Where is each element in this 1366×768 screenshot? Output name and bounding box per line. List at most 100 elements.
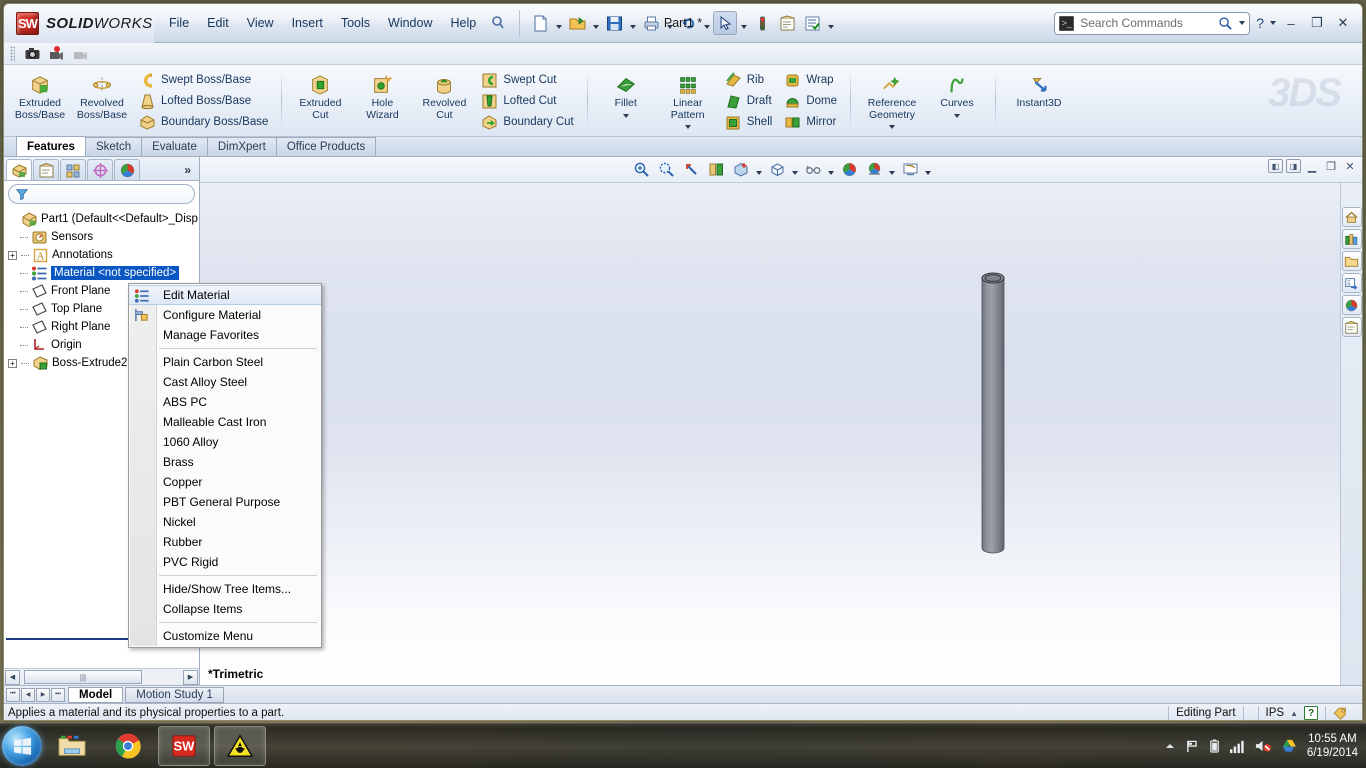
pushpin-icon[interactable] [487,12,509,34]
reference-geometry-caret[interactable] [889,125,895,129]
view-orientation-button[interactable] [729,159,753,181]
context-item-hide-show-tree-items[interactable]: Hide/Show Tree Items... [129,579,321,599]
close-button[interactable]: ✕ [1332,14,1354,32]
context-item-nickel[interactable]: Nickel [129,512,321,532]
scroll-right-arrow[interactable]: ▶ [183,669,198,685]
context-item-cast-alloy-steel[interactable]: Cast Alloy Steel [129,372,321,392]
previous-view-button[interactable] [679,159,703,181]
tree-item-sensors[interactable]: Sensors [8,228,199,246]
tab-motion-study-1[interactable]: Motion Study 1 [125,686,224,703]
help-button[interactable]: ? [1254,15,1266,31]
taskbar-solidworks[interactable]: SW [158,726,210,766]
display-style-caret[interactable] [790,159,800,181]
search-commands-box[interactable]: >_ Search Commands [1054,11,1251,35]
tree-item-part1[interactable]: Part1 (Default<<Default>_Disp [8,210,199,228]
minimize-icon[interactable]: ▁ [1304,159,1320,173]
display-style-button[interactable] [765,159,789,181]
linear-pattern-caret[interactable] [684,125,691,129]
nav-first-button[interactable]: ⏮ [6,687,20,702]
mirror-button[interactable]: Mirror [781,113,840,132]
design-library-button[interactable] [1341,229,1362,249]
boundary-cut-button[interactable]: Boundary Cut [478,113,576,132]
draft-button[interactable]: Draft [722,92,776,111]
dimxpert-manager-tab[interactable] [87,159,113,180]
search-magnifier-icon[interactable] [1218,16,1233,31]
taskbar-chrome[interactable] [102,726,154,766]
select-caret[interactable] [738,11,749,35]
shell-button[interactable]: Shell [722,113,776,132]
hole-wizard-button[interactable]: Hole Wizard [351,68,413,134]
context-item-collapse-items[interactable]: Collapse Items [129,599,321,619]
scroll-left-arrow[interactable]: ◀ [5,669,20,685]
restore-left-icon[interactable]: ◧ [1268,159,1283,173]
custom-properties-button[interactable] [1341,317,1362,337]
nav-prev-button[interactable]: ◀ [21,687,35,702]
save-caret[interactable] [627,11,638,35]
search-input[interactable]: Search Commands [1080,16,1212,30]
revolved-boss-button[interactable]: Revolved Boss/Base [71,68,133,134]
options-caret[interactable] [825,11,836,35]
scroll-track[interactable]: ||| [20,669,183,685]
hide-show-items-caret[interactable] [826,159,836,181]
context-item-plain-carbon-steel[interactable]: Plain Carbon Steel [129,352,321,372]
model-canvas[interactable]: *Trimetric [200,183,1362,685]
taskbar-explorer[interactable] [46,726,98,766]
tab-dimxpert[interactable]: DimXpert [206,137,277,156]
speaker-muted-icon[interactable] [1254,738,1272,754]
open-document-button[interactable] [565,11,589,35]
print-caret[interactable] [664,11,675,35]
search-dropdown-caret[interactable] [1239,21,1246,25]
zoom-to-fit-button[interactable] [629,159,653,181]
property-manager-tab[interactable] [33,159,59,180]
scroll-thumb[interactable]: ||| [24,670,142,684]
linear-pattern-button[interactable]: Linear Pattern [657,68,719,134]
swept-cut-button[interactable]: Swept Cut [478,71,576,90]
reference-geometry-button[interactable]: Reference Geometry [858,68,926,134]
feature-tree-horizontal-scrollbar[interactable]: ◀ ||| ▶ [4,668,199,685]
chevron-up-icon[interactable] [1164,741,1176,751]
boundary-boss-button[interactable]: Boundary Boss/Base [136,113,271,132]
menu-edit[interactable]: Edit [198,12,238,34]
dome-button[interactable]: Dome [781,92,840,111]
curves-button[interactable]: Curves [926,68,988,134]
section-view-button[interactable] [704,159,728,181]
units-label[interactable]: IPS [1266,707,1285,719]
help-badge[interactable]: ? [1304,706,1318,720]
close-icon[interactable]: ✕ [1342,159,1358,173]
fillet-button[interactable]: Fillet [595,68,657,134]
apply-scene-button[interactable] [862,159,886,181]
battery-icon[interactable] [1209,738,1220,754]
revolved-cut-button[interactable]: Revolved Cut [413,68,475,134]
restore-button[interactable]: ❐ [1306,14,1328,32]
units-caret-icon[interactable]: ▲ [1290,709,1298,718]
context-item-copper[interactable]: Copper [129,472,321,492]
tree-item-annotations[interactable]: + A Annotations [8,246,199,264]
apply-scene-caret[interactable] [887,159,897,181]
tag-icon[interactable] [1333,706,1348,720]
tab-office-products[interactable]: Office Products [275,137,377,156]
lofted-cut-button[interactable]: Lofted Cut [478,92,576,111]
wrap-button[interactable]: Wrap [781,71,840,90]
view-settings-caret[interactable] [923,159,933,181]
view-settings-button[interactable] [898,159,922,181]
display-manager-tab[interactable] [114,159,140,180]
context-item-abs-pc[interactable]: ABS PC [129,392,321,412]
instant3d-button[interactable]: Instant3D [1003,68,1075,134]
feature-tree-tab[interactable] [6,159,32,180]
feature-tree-filter[interactable] [8,184,195,204]
context-item-configure-material[interactable]: Configure Material [129,305,321,325]
search-panel-button[interactable] [1341,273,1362,293]
menu-file[interactable]: File [160,12,198,34]
restore-right-icon[interactable]: ◨ [1286,159,1301,173]
windows-start-orb[interactable] [2,726,42,766]
hide-show-items-button[interactable] [801,159,825,181]
appearances-button[interactable] [1341,295,1362,315]
zoom-to-area-button[interactable] [654,159,678,181]
nav-last-button[interactable]: ⏭ [51,687,65,702]
menu-help[interactable]: Help [442,12,486,34]
rib-button[interactable]: Rib [722,71,776,90]
select-button[interactable] [713,11,738,35]
context-item-manage-favorites[interactable]: Manage Favorites [129,325,321,345]
undo-button[interactable] [676,11,700,35]
tab-evaluate[interactable]: Evaluate [141,137,208,156]
